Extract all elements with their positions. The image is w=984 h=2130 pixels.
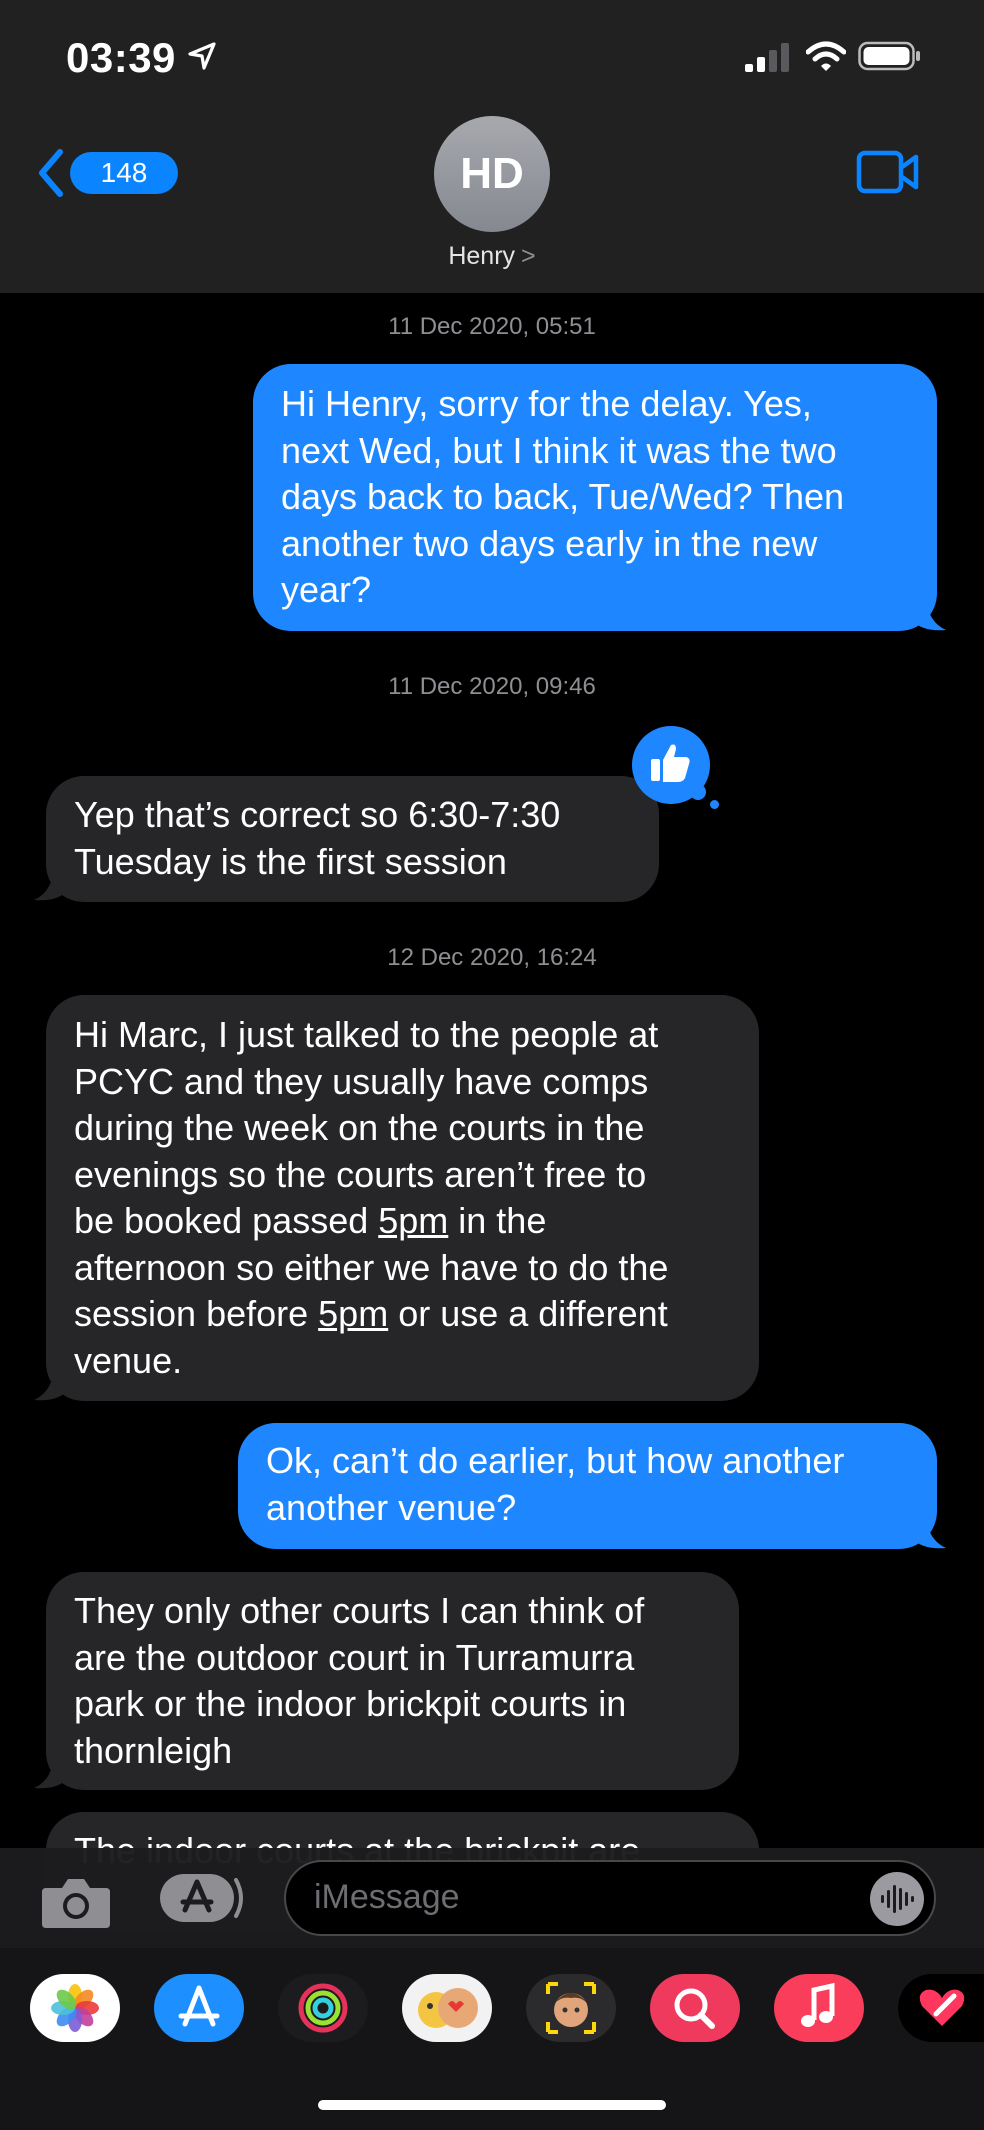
camera-icon[interactable] [40, 1874, 112, 1930]
apps-button[interactable] [158, 1870, 246, 1926]
message-timestamp: 11 Dec 2020, 05:51 [388, 313, 596, 340]
digital-touch-app-icon[interactable] [898, 1974, 984, 2042]
message-line: Hi Marc, I just talked to the people at [74, 1014, 659, 1055]
contact-name-button[interactable]: Henry > [0, 242, 984, 271]
message-line: afternoon so either we have to do the [74, 1246, 669, 1288]
message-line: park or the indoor brickpit courts in [74, 1683, 627, 1724]
memoji-stickers-app-icon[interactable] [402, 1974, 492, 2042]
message-line: Hi Henry, sorry for the delay. Yes, [281, 383, 812, 424]
thumbs-up-icon [651, 744, 690, 782]
outgoing-message[interactable]: Hi Henry, sorry for the delay. Yes, next… [253, 364, 937, 631]
time-link[interactable]: 5pm [318, 1293, 388, 1334]
home-indicator[interactable] [318, 2100, 666, 2110]
wifi-icon [806, 41, 846, 71]
message-line: Yep that’s correct so 6:30-7:30 [74, 794, 561, 835]
message-line: are the outdoor court in Turramurra [74, 1636, 635, 1678]
cellular-signal-icon [745, 43, 789, 72]
message-line: evenings so the courts aren’t free to [74, 1153, 647, 1195]
battery-icon [858, 41, 920, 71]
audio-message-button[interactable] [870, 1872, 924, 1926]
contact-name: Henry [448, 242, 516, 270]
incoming-message[interactable]: Yep that’s correct so 6:30-7:30 Tuesday … [46, 776, 659, 902]
message-line: another two days early in the new [281, 522, 818, 564]
incoming-message[interactable]: They only other courts I can think of ar… [46, 1572, 739, 1790]
message-line: session before 5pm or use a different [74, 1291, 731, 1338]
message-line: during the week on the courts in the [74, 1107, 645, 1148]
message-line: be booked passed 5pm in the [74, 1198, 731, 1245]
message-line: days back to back, Tue/Wed? Then [281, 476, 845, 517]
bubble-tail [34, 1368, 68, 1401]
message-timestamp: 12 Dec 2020, 16:24 [387, 944, 597, 971]
back-button[interactable]: 148 [36, 148, 178, 198]
message-line: Tuesday is the first session [74, 840, 507, 882]
unread-count-badge: 148 [70, 152, 178, 194]
time-link[interactable]: 5pm [378, 1200, 448, 1241]
location-arrow-icon [188, 42, 216, 70]
bubble-tail [34, 1756, 68, 1789]
message-timestamp: 11 Dec 2020, 09:46 [388, 673, 596, 700]
bubble-tail [34, 868, 68, 901]
images-search-app-icon[interactable] [650, 1974, 740, 2042]
message-line: Ok, can’t do earlier, but how another [266, 1440, 845, 1481]
waveform-icon [881, 1885, 914, 1913]
tapback-tail [690, 784, 706, 800]
app-store-icon [160, 1874, 243, 1922]
contact-avatar[interactable]: HD [434, 116, 550, 232]
message-line: venue. [74, 1339, 183, 1381]
message-line: another venue? [266, 1486, 517, 1528]
message-text: or use a different [388, 1293, 668, 1334]
photos-app-icon[interactable] [30, 1974, 120, 2042]
bubble-tail [912, 598, 946, 631]
message-line: year? [281, 569, 372, 610]
message-line: They only other courts I can think of [74, 1590, 645, 1631]
video-call-icon[interactable] [856, 150, 920, 194]
message-text: in the [448, 1200, 547, 1241]
outgoing-message[interactable]: Ok, can’t do earlier, but how another an… [238, 1423, 937, 1549]
activity-app-icon[interactable] [278, 1974, 368, 2042]
animoji-app-icon[interactable] [526, 1974, 616, 2042]
imessage-placeholder: iMessage [314, 1878, 460, 1916]
incoming-message[interactable]: Hi Marc, I just talked to the people at … [46, 995, 759, 1401]
message-line: next Wed, but I think it was the two [281, 429, 837, 471]
imessage-input[interactable]: iMessage [284, 1860, 936, 1936]
bubble-tail [912, 1516, 946, 1549]
app-store-app-icon[interactable] [154, 1974, 244, 2042]
status-time: 03:39 [66, 34, 176, 81]
message-text: session before [74, 1293, 319, 1334]
chevron-left-icon [39, 149, 63, 197]
chevron-right-icon: > [521, 242, 536, 270]
conversation-header: 03:39 148 HD Henry > [0, 0, 984, 293]
message-text: be booked passed [74, 1200, 379, 1241]
message-line: thornleigh [74, 1729, 233, 1771]
message-input-bar: iMessage [0, 1848, 984, 1948]
message-line: PCYC and they usually have comps [74, 1060, 649, 1102]
music-app-icon[interactable] [774, 1974, 864, 2042]
tapback-tail [710, 800, 719, 809]
